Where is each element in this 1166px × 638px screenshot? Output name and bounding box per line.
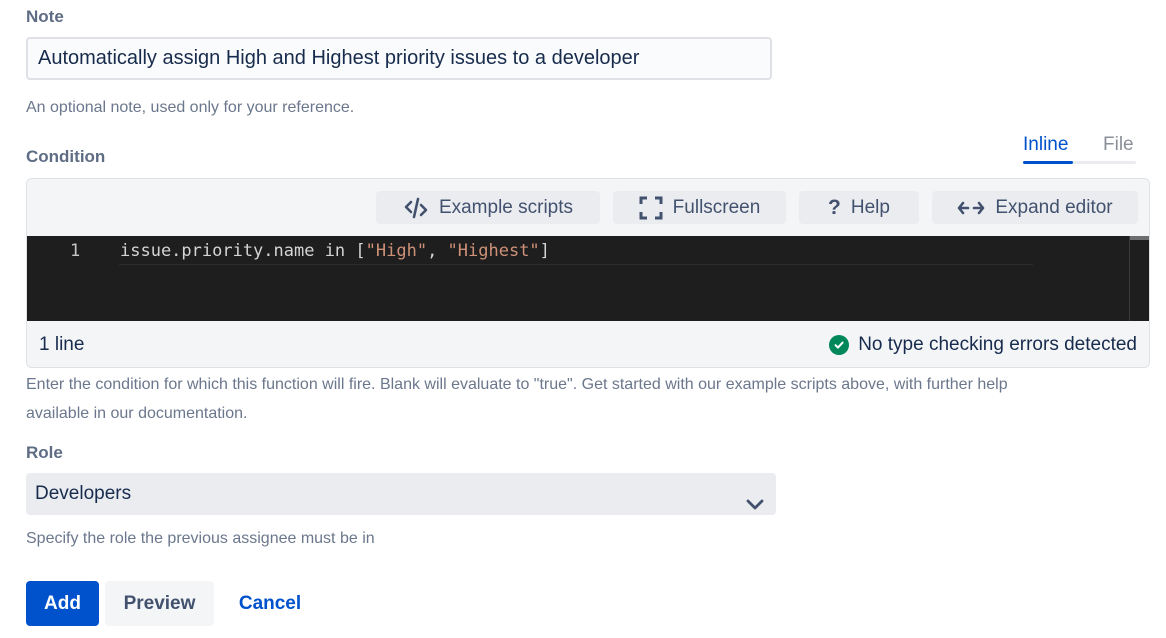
expand-arrows-icon [957, 200, 985, 216]
code-string: "High" [365, 241, 428, 261]
editor-toolbar: Example scripts Fullscreen ? Help Expand… [27, 179, 1149, 236]
code-area[interactable]: 1 issue.priority.name in ["High", "Highe… [27, 236, 1149, 321]
condition-label: Condition [26, 147, 106, 166]
check-circle-icon [829, 335, 850, 355]
active-tab-indicator [1023, 161, 1073, 164]
code-token: issue.priority.name in [ [120, 241, 366, 261]
note-label: Note [26, 7, 64, 26]
code-editor: Example scripts Fullscreen ? Help Expand… [26, 178, 1150, 368]
code-line[interactable]: issue.priority.name in ["High", "Highest… [120, 241, 550, 261]
tab-inline[interactable]: Inline [1023, 134, 1068, 156]
type-check-text: No type checking errors detected [858, 334, 1137, 355]
line-count: 1 line [39, 334, 85, 355]
help-label: Help [850, 196, 890, 218]
fullscreen-button[interactable]: Fullscreen [613, 191, 786, 224]
help-button[interactable]: ? Help [799, 191, 919, 224]
chevron-down-icon [746, 486, 764, 528]
note-input[interactable]: Automatically assign High and Highest pr… [26, 37, 772, 80]
expand-editor-button[interactable]: Expand editor [932, 191, 1138, 224]
question-icon: ? [828, 195, 841, 219]
condition-source-tabs: Inline File [1023, 134, 1136, 164]
code-string: "Highest" [447, 241, 540, 261]
cancel-button[interactable]: Cancel [224, 581, 316, 626]
type-check-status: No type checking errors detected [829, 334, 1137, 356]
code-icon [403, 197, 429, 219]
example-scripts-label: Example scripts [438, 196, 574, 218]
line-number-gutter: 1 [27, 236, 119, 321]
note-help-text: An optional note, used only for your ref… [26, 99, 355, 116]
role-select[interactable]: Developers [26, 473, 776, 515]
tab-file[interactable]: File [1103, 134, 1134, 156]
example-scripts-button[interactable]: Example scripts [376, 191, 600, 224]
fullscreen-label: Fullscreen [672, 196, 761, 218]
condition-help-line-1: Enter the condition for which this funct… [26, 376, 1008, 393]
fullscreen-icon [639, 196, 663, 220]
role-selected-value: Developers [35, 483, 132, 504]
add-button[interactable]: Add [26, 581, 99, 626]
preview-button[interactable]: Preview [105, 581, 214, 626]
role-label: Role [26, 443, 63, 462]
editor-scrollbar-thumb[interactable] [1130, 236, 1149, 240]
condition-help-line-2: available in our documentation. [26, 405, 248, 422]
code-token: , [427, 241, 448, 261]
code-token: ] [539, 241, 550, 261]
editor-scrollbar-track[interactable] [1129, 236, 1130, 321]
role-help-text: Specify the role the previous assignee m… [26, 530, 375, 547]
line-number: 1 [70, 241, 81, 261]
editor-statusbar: 1 line No type checking errors detected [27, 321, 1149, 367]
expand-editor-label: Expand editor [995, 196, 1113, 218]
